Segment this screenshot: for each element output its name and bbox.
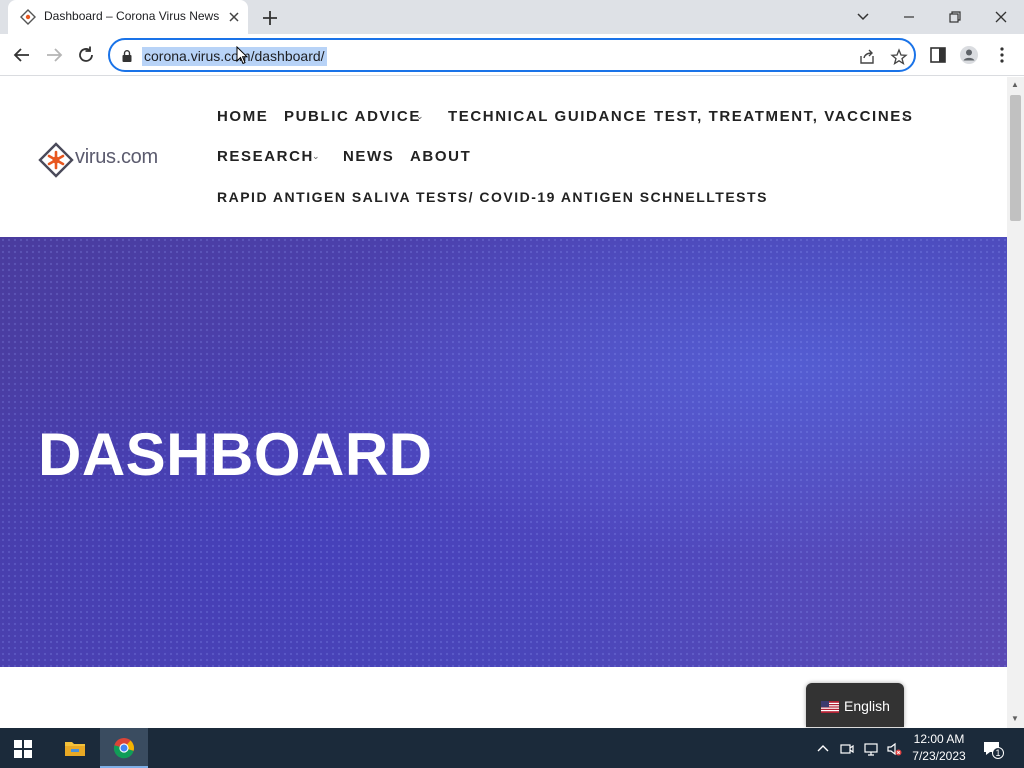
browser-menu-icon[interactable]: [992, 45, 1012, 65]
site-logo[interactable]: virus.com: [38, 140, 173, 178]
address-bar[interactable]: corona.virus.com/dashboard/: [108, 38, 916, 72]
windows-start-icon[interactable]: [14, 740, 32, 758]
tab-search-chevron-icon[interactable]: [854, 8, 872, 26]
chevron-up-icon[interactable]: [815, 741, 831, 757]
reload-icon[interactable]: [75, 44, 97, 66]
virus-favicon-icon: [20, 9, 36, 25]
browser-tab[interactable]: Dashboard – Corona Virus News: [8, 0, 248, 34]
chevron-down-icon: ⌄: [901, 111, 909, 121]
volume-muted-icon[interactable]: [886, 741, 902, 757]
chrome-icon: [113, 738, 134, 759]
tab-title: Dashboard – Corona Virus News: [44, 9, 220, 23]
chevron-down-icon: ⌄: [312, 151, 320, 161]
mouse-cursor-icon: [236, 46, 248, 65]
us-flag-icon: [821, 701, 839, 713]
logo-text: virus.com: [75, 146, 158, 168]
share-icon[interactable]: [858, 48, 876, 66]
url-text[interactable]: corona.virus.com/dashboard/: [142, 47, 327, 66]
bookmark-star-icon[interactable]: [890, 48, 908, 66]
scroll-up-icon[interactable]: ▲: [1011, 80, 1019, 89]
notification-count-badge: 1: [992, 747, 1004, 759]
nav-rapid-antigen-tests[interactable]: RAPID ANTIGEN SALIVA TESTS/ COVID-19 ANT…: [217, 189, 768, 205]
lock-icon[interactable]: [120, 49, 134, 63]
minimize-icon[interactable]: [900, 8, 918, 26]
side-panel-icon[interactable]: [928, 45, 948, 65]
page-title: DASHBOARD: [38, 421, 433, 488]
back-arrow-icon[interactable]: [11, 44, 33, 66]
nav-test-treatment-vaccines[interactable]: TEST, TREATMENT, VACCINES: [654, 108, 913, 125]
chevron-down-icon: ⌄: [416, 111, 424, 121]
forward-arrow-icon[interactable]: [43, 44, 65, 66]
nav-about[interactable]: ABOUT: [410, 148, 471, 165]
page-scrollbar[interactable]: ▲ ▼: [1007, 77, 1024, 728]
clock-date: 7/23/2023: [912, 749, 966, 763]
nav-technical-guidance[interactable]: TECHNICAL GUIDANCE: [448, 108, 647, 125]
file-explorer-button[interactable]: [51, 728, 99, 768]
web-page: virus.com HOME PUBLIC ADVICE ⌄ TECHNICAL…: [0, 77, 1007, 728]
close-window-icon[interactable]: [992, 8, 1010, 26]
meet-now-icon[interactable]: [839, 741, 855, 757]
nav-news[interactable]: NEWS: [343, 148, 394, 165]
network-icon[interactable]: [863, 741, 879, 757]
tab-strip: Dashboard – Corona Virus News: [0, 0, 1024, 34]
language-label: English: [844, 698, 890, 714]
notification-center-button[interactable]: 1: [982, 739, 1004, 759]
scroll-down-icon[interactable]: ▼: [1011, 714, 1019, 723]
nav-home[interactable]: HOME: [217, 108, 268, 125]
browser-toolbar: corona.virus.com/dashboard/: [0, 34, 1024, 76]
scrollbar-thumb[interactable]: [1010, 95, 1021, 221]
windows-taskbar: 12:00 AM 7/23/2023 1: [0, 728, 1024, 768]
nav-research[interactable]: RESEARCH: [217, 148, 314, 165]
close-tab-icon[interactable]: [226, 9, 242, 25]
system-clock[interactable]: 12:00 AM 7/23/2023: [904, 731, 974, 765]
virus-logo-icon: [38, 142, 74, 178]
nav-public-advice[interactable]: PUBLIC ADVICE: [284, 108, 421, 125]
language-switcher-button[interactable]: English: [806, 683, 904, 727]
hero-banner: DASHBOARD: [0, 237, 1007, 667]
chrome-taskbar-button[interactable]: [100, 728, 148, 768]
clock-time: 12:00 AM: [913, 732, 965, 746]
profile-avatar-icon[interactable]: [959, 45, 979, 65]
restore-icon[interactable]: [946, 8, 964, 26]
folder-icon: [65, 742, 85, 756]
new-tab-icon[interactable]: [260, 8, 280, 28]
